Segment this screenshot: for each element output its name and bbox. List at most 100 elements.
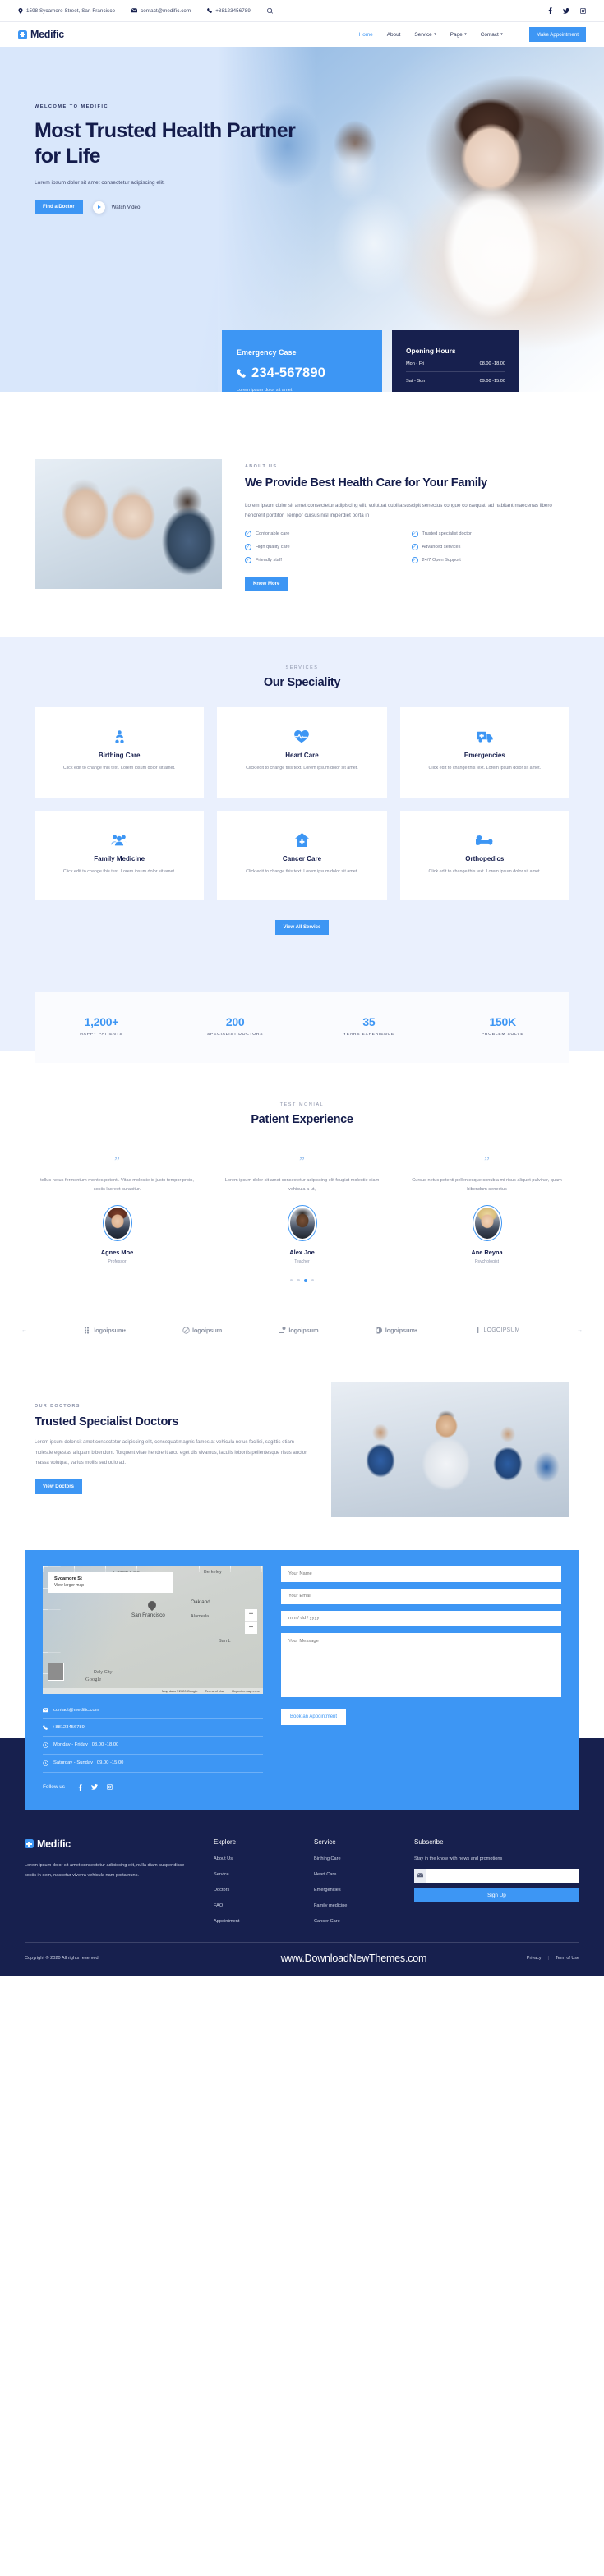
service-card-family-medicine[interactable]: Family Medicine Click edit to change thi… bbox=[35, 810, 205, 901]
about-section: ABOUT US We Provide Best Health Care for… bbox=[0, 392, 604, 638]
partner-logo-label: LOGOIPSUM bbox=[483, 1327, 520, 1333]
opening-hours-title: Opening Hours bbox=[406, 347, 456, 355]
testimonial-quote: tellus netus fermentum montes potenti. V… bbox=[40, 1178, 194, 1192]
facebook-icon[interactable] bbox=[78, 1784, 82, 1791]
service-card-birthing-care[interactable]: Birthing Care Click edit to change this … bbox=[35, 707, 205, 798]
footer-link-cancer-care[interactable]: Cancer Care bbox=[314, 1919, 396, 1924]
service-desc: Click edit to change this text. Lorem ip… bbox=[62, 868, 176, 874]
facebook-icon[interactable] bbox=[548, 7, 552, 14]
map-report-link[interactable]: Report a map error bbox=[232, 1689, 260, 1693]
carousel-prev-icon[interactable]: ← bbox=[21, 1327, 27, 1333]
footer-link-about-us[interactable]: About Us bbox=[214, 1856, 296, 1861]
book-appointment-button[interactable]: Book an Appointment bbox=[281, 1708, 347, 1725]
nav-item-service[interactable]: Service ▾ bbox=[414, 32, 436, 38]
nav-item-home[interactable]: Home bbox=[359, 32, 373, 38]
service-name: Heart Care bbox=[285, 752, 319, 760]
emergency-phone[interactable]: 234-567890 bbox=[237, 366, 367, 381]
about-feature-list: ✓ Confortable care ✓ Trusted specialist do… bbox=[245, 531, 569, 564]
partner-logo-label: logoipsum bbox=[192, 1326, 223, 1334]
service-card-heart-care[interactable]: Heart Care Click edit to change this tex… bbox=[217, 707, 387, 798]
carousel-dot[interactable] bbox=[289, 1278, 293, 1281]
twitter-icon[interactable] bbox=[563, 7, 569, 14]
footer-link-emergencies[interactable]: Emergencies bbox=[314, 1888, 396, 1893]
know-more-button[interactable]: Know More bbox=[245, 577, 288, 592]
contact-phone-row[interactable]: +88123456789 bbox=[43, 1719, 263, 1736]
terms-link[interactable]: Term of Use bbox=[556, 1956, 579, 1961]
about-title: We Provide Best Health Care for Your Fam… bbox=[245, 476, 487, 490]
stat-item: 200 SPECIALIST DOCTORS bbox=[168, 1015, 302, 1037]
phone-item[interactable]: +88123456789 bbox=[207, 8, 251, 14]
service-card-orthopedics[interactable]: Orthopedics Click edit to change this te… bbox=[399, 810, 569, 901]
hospital-home-icon bbox=[230, 832, 373, 849]
privacy-link[interactable]: Privacy bbox=[527, 1956, 542, 1961]
map-larger-link[interactable]: View larger map bbox=[54, 1583, 166, 1588]
carousel-dot[interactable] bbox=[311, 1278, 315, 1281]
feature-item: ✓ High quality care bbox=[245, 544, 403, 551]
date-input[interactable] bbox=[281, 1610, 561, 1626]
sign-up-button[interactable]: Sign Up bbox=[414, 1888, 579, 1902]
stat-value: 1,200+ bbox=[84, 1015, 119, 1029]
check-circle-icon: ✓ bbox=[411, 557, 418, 564]
map-place-card[interactable]: Sycamore St View larger map bbox=[48, 1571, 173, 1593]
location-map[interactable]: Golden Gate Berkeley Oakland Alameda San… bbox=[43, 1566, 263, 1694]
footer-link-family-medicine[interactable]: Family medicine bbox=[314, 1903, 396, 1908]
service-name: Orthopedics bbox=[465, 854, 505, 862]
view-doctors-button[interactable]: View Doctors bbox=[35, 1479, 82, 1495]
service-card-cancer-care[interactable]: Cancer Care Click edit to change this te… bbox=[217, 810, 387, 901]
nav-item-contact[interactable]: Contact ▾ bbox=[481, 32, 503, 38]
check-circle-icon: ✓ bbox=[245, 557, 251, 564]
services-title: Our Speciality bbox=[263, 676, 341, 690]
stats-section: 1,200+ HAPPY PATIENTS 200 SPECIALIST DOC… bbox=[0, 992, 604, 1088]
map-label: San L bbox=[219, 1638, 231, 1644]
footer-link-faq[interactable]: FAQ bbox=[214, 1903, 296, 1908]
partner-logo-label: logoipsum bbox=[288, 1326, 319, 1334]
testimonial-item: ” Cursus netus potenti pellentesque conu… bbox=[404, 1156, 569, 1264]
stat-item: 35 YEARS EXPERIENCE bbox=[302, 1015, 436, 1037]
search-button[interactable] bbox=[266, 7, 273, 14]
footer-link-birthing-care[interactable]: Birthing Care bbox=[314, 1856, 396, 1861]
nav-item-about[interactable]: About bbox=[387, 32, 401, 38]
email-input[interactable] bbox=[281, 1588, 561, 1604]
subscribe-email-input[interactable] bbox=[426, 1868, 579, 1883]
carousel-dot-active[interactable] bbox=[303, 1278, 307, 1282]
map-zoom-out-button[interactable]: − bbox=[245, 1622, 257, 1634]
email-item[interactable]: contact@medific.com bbox=[131, 8, 191, 14]
view-all-service-button[interactable]: View All Service bbox=[274, 920, 330, 936]
carousel-next-icon[interactable]: → bbox=[577, 1327, 583, 1333]
name-input[interactable] bbox=[281, 1566, 561, 1582]
mail-icon bbox=[131, 8, 138, 13]
footer-link-service[interactable]: Service bbox=[214, 1872, 296, 1877]
play-icon[interactable] bbox=[92, 200, 105, 214]
testimonial-grid: ” tellus netus fermentum montes potenti.… bbox=[35, 1156, 569, 1264]
map-streetview-thumbnail[interactable] bbox=[48, 1662, 64, 1681]
feature-label: Advanced services bbox=[422, 545, 461, 550]
make-appointment-button[interactable]: Make Appointment bbox=[528, 27, 586, 42]
service-card-emergencies[interactable]: Emergencies Click edit to change this te… bbox=[399, 707, 569, 798]
instagram-icon[interactable] bbox=[107, 1783, 113, 1790]
message-textarea[interactable] bbox=[281, 1632, 561, 1697]
hero-info-cards: Emergency Case 234-567890 Lorem ipsum do… bbox=[222, 330, 519, 392]
doctors-eyebrow: OUR DOCTORS bbox=[35, 1404, 81, 1410]
emergency-case-card: Emergency Case 234-567890 Lorem ipsum do… bbox=[222, 330, 382, 392]
brand-logo[interactable]: Medific bbox=[18, 29, 64, 40]
map-label: San Francisco bbox=[131, 1612, 165, 1618]
footer-link-heart-care[interactable]: Heart Care bbox=[314, 1872, 396, 1877]
map-terms-link[interactable]: Terms of Use bbox=[205, 1689, 225, 1693]
map-zoom-controls[interactable]: + − bbox=[245, 1608, 257, 1634]
map-zoom-in-button[interactable]: + bbox=[245, 1609, 257, 1622]
instagram-icon[interactable] bbox=[580, 7, 586, 14]
contact-email-row[interactable]: contact@medific.com bbox=[43, 1702, 263, 1719]
carousel-dot[interactable] bbox=[297, 1278, 300, 1281]
check-circle-icon: ✓ bbox=[411, 544, 418, 551]
footer-logo[interactable]: Medific bbox=[25, 1838, 196, 1850]
subscribe-field[interactable] bbox=[414, 1868, 579, 1883]
footer-brand-name: Medific bbox=[37, 1838, 71, 1850]
nav-item-page[interactable]: Page ▾ bbox=[450, 32, 467, 38]
testimonial-name: Agnes Moe bbox=[100, 1248, 134, 1256]
find-a-doctor-button[interactable]: Find a Doctor bbox=[35, 200, 83, 214]
watch-video-group[interactable]: Watch Video bbox=[92, 200, 140, 214]
footer-link-doctors[interactable]: Doctors bbox=[214, 1888, 296, 1893]
testimonial-eyebrow: TESTIMONIAL bbox=[279, 1102, 325, 1108]
footer-link-appointment[interactable]: Appointment bbox=[214, 1919, 296, 1924]
twitter-icon[interactable] bbox=[91, 1783, 98, 1790]
